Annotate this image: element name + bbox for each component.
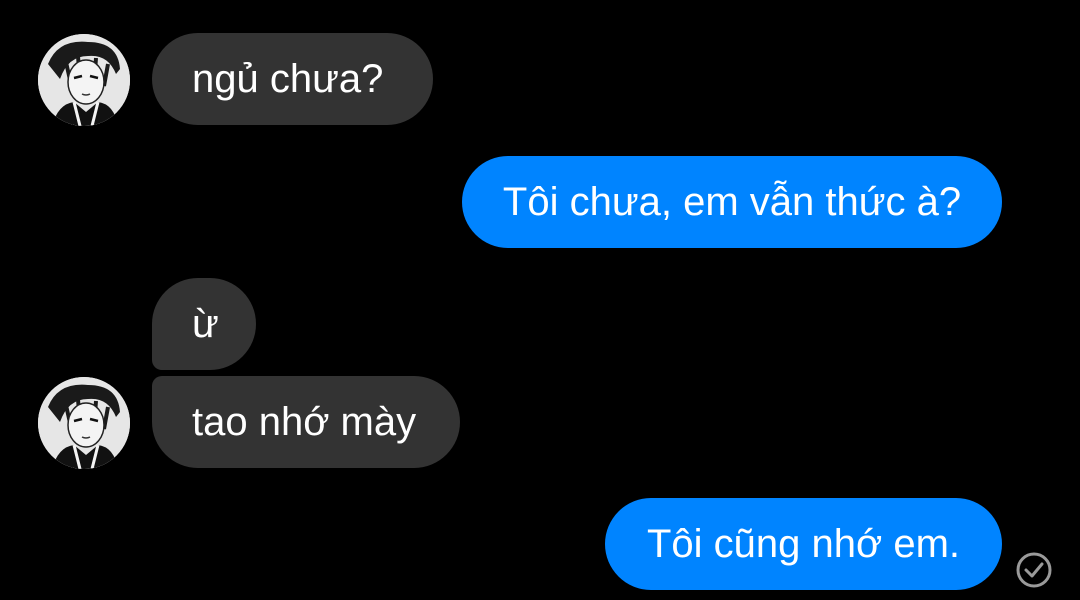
message-text: Tôi cũng nhớ em. [646,522,961,566]
message-bubble-outgoing[interactable]: Tôi cũng nhớ em. [605,498,1002,590]
contact-avatar[interactable] [38,377,130,469]
message-bubble-incoming[interactable]: tao nhớ mày [152,376,460,468]
message-text: tao nhớ mày [192,400,417,444]
message-text: ừ [192,302,219,346]
message-bubble-incoming[interactable]: ngủ chưa? [152,33,433,125]
manga-character-avatar-icon [38,377,130,469]
message-text: ngủ chưa? [192,57,384,101]
message-text: Tôi chưa, em vẫn thức à? [502,180,962,224]
message-bubble-incoming[interactable]: ừ [152,278,256,370]
check-circle-icon [1014,550,1054,590]
message-bubble-outgoing[interactable]: Tôi chưa, em vẫn thức à? [462,156,1002,248]
contact-avatar[interactable] [38,34,130,126]
manga-character-avatar-icon [38,34,130,126]
